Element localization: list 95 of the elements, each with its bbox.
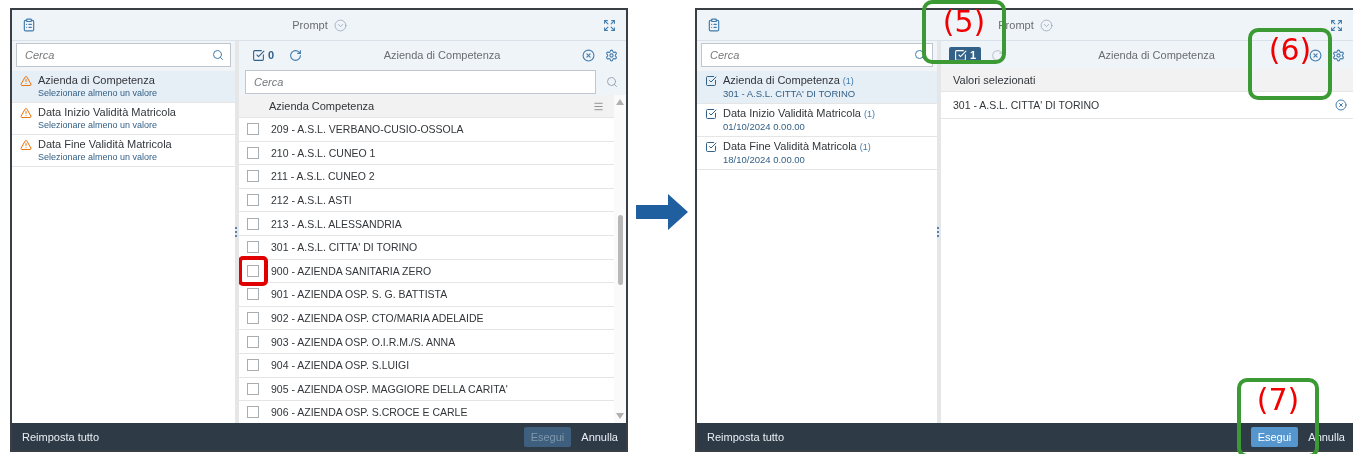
- chevron-icon[interactable]: [333, 18, 347, 32]
- checkbox[interactable]: [247, 146, 259, 159]
- list-row[interactable]: 213 - A.S.L. ALESSANDRIA: [239, 212, 614, 236]
- search-box[interactable]: Cerca: [245, 70, 596, 94]
- callout-frame: (6): [1248, 28, 1332, 100]
- checkbox[interactable]: [247, 194, 259, 207]
- prompt-value: 301 - A.S.L. CITTA' DI TORINO: [723, 88, 856, 99]
- settings-icon[interactable]: [1332, 48, 1345, 62]
- prompt-label: Data Inizio Validità Matricola: [723, 107, 861, 119]
- list-row[interactable]: 905 - AZIENDA OSP. MAGGIORE DELLA CARITA': [239, 377, 614, 402]
- warning-icon: [20, 75, 32, 87]
- row-label: 903 - AZIENDA OSP. O.I.R.M./S. ANNA: [271, 335, 456, 348]
- prompt-hint: Selezionare almeno un valore: [38, 88, 158, 98]
- row-label: 213 - A.S.L. ALESSANDRIA: [271, 217, 402, 230]
- row-label: 211 - A.S.L. CUNEO 2: [271, 170, 375, 183]
- search-icon[interactable]: [212, 49, 224, 61]
- checkbox-icon: [705, 108, 717, 120]
- row-label: 902 - AZIENDA OSP. CTO/MARIA ADELAIDE: [271, 312, 484, 325]
- selected-value: 301 - A.S.L. CITTA' DI TORINO: [953, 99, 1100, 111]
- prompt-hint: Selezionare almeno un valore: [38, 120, 159, 130]
- list-row[interactable]: 902 - AZIENDA OSP. CTO/MARIA ADELAIDE: [239, 306, 614, 331]
- search-box[interactable]: Cerca: [701, 43, 933, 67]
- checkbox[interactable]: [247, 359, 259, 372]
- selection-count-button[interactable]: 0: [247, 46, 280, 64]
- value-count: (1): [863, 109, 875, 119]
- prompt-label: Data Fine Validità Matricola: [723, 140, 857, 152]
- list-icon[interactable]: [22, 18, 36, 32]
- checkbox[interactable]: [247, 288, 259, 301]
- list-icon[interactable]: [707, 18, 721, 32]
- menu-icon[interactable]: [593, 100, 604, 112]
- checkbox[interactable]: [247, 406, 259, 419]
- arrow-icon: [633, 192, 690, 232]
- row-label: 209 - A.S.L. VERBANO-CUSIO-OSSOLA: [271, 123, 464, 136]
- row-label: 900 - AZIENDA SANITARIA ZERO: [271, 264, 432, 277]
- value-count: (1): [859, 142, 871, 152]
- prompt-item[interactable]: Azienda di Competenza Selezionare almeno un valore: [12, 71, 235, 103]
- list-row[interactable]: 212 - A.S.L. ASTI: [239, 188, 614, 213]
- checkbox-icon: [705, 141, 717, 153]
- row-label: 901 - AZIENDA OSP. S. G. BATTISTA: [271, 288, 448, 301]
- checkbox[interactable]: [247, 335, 259, 348]
- expand-icon[interactable]: [603, 18, 616, 32]
- checkbox-icon: [252, 48, 265, 62]
- panel-title: Azienda di Competenza: [1097, 49, 1216, 61]
- list-row[interactable]: 211 - A.S.L. CUNEO 2: [239, 165, 614, 189]
- row-label: 904 - AZIENDA OSP. S.LUIGI: [271, 359, 410, 372]
- reset-all-button[interactable]: Reimposta tutto: [22, 430, 100, 443]
- prompt-item[interactable]: Azienda di Competenza (1) 301 - A.S.L. CITTA' DI TORINO: [697, 71, 937, 104]
- checkbox[interactable]: [247, 241, 259, 254]
- list-row[interactable]: 904 - AZIENDA OSP. S.LUIGI: [239, 353, 614, 378]
- settings-icon[interactable]: [605, 48, 618, 62]
- cancel-button[interactable]: Annulla: [1308, 430, 1345, 443]
- checkbox[interactable]: [247, 312, 259, 325]
- row-label: 905 - AZIENDA OSP. MAGGIORE DELLA CARITA': [271, 382, 508, 395]
- checkbox-icon: [705, 75, 717, 87]
- search-box[interactable]: Cerca: [16, 43, 231, 67]
- prompt-label: Data Fine Validità Matricola: [38, 138, 172, 150]
- row-label: 210 - A.S.L. CUNEO 1: [271, 146, 376, 159]
- expand-icon[interactable]: [1330, 18, 1343, 32]
- row-label: 906 - AZIENDA OSP. S.CROCE E CARLE: [271, 406, 468, 419]
- panel-title: Azienda di Competenza: [382, 49, 502, 61]
- reset-all-button[interactable]: Reimposta tutto: [707, 430, 785, 443]
- chevron-icon[interactable]: [1039, 18, 1053, 32]
- remove-icon[interactable]: [1335, 99, 1347, 111]
- clear-icon[interactable]: [1309, 48, 1322, 62]
- checkbox[interactable]: [247, 217, 259, 230]
- search-icon[interactable]: [606, 76, 618, 88]
- row-label: 301 - A.S.L. CITTA' DI TORINO: [271, 241, 418, 254]
- prompt-value: 18/10/2024 0.00.00: [723, 154, 806, 165]
- scroll-bar[interactable]: [614, 95, 626, 423]
- checkbox[interactable]: [247, 123, 259, 136]
- prompt-label: Azienda di Competenza: [723, 74, 840, 86]
- dialog-title: Prompt: [292, 19, 328, 31]
- clear-icon[interactable]: [582, 48, 595, 62]
- list-row[interactable]: 209 - A.S.L. VERBANO-CUSIO-OSSOLA: [239, 118, 614, 142]
- cancel-button[interactable]: Annulla: [581, 430, 618, 443]
- warning-icon: [20, 139, 32, 151]
- prompt-hint: Selezionare almeno un valore: [38, 152, 159, 162]
- checkbox-icon: [954, 48, 967, 62]
- prompt-label: Data Inizio Validità Matricola: [38, 106, 176, 118]
- warning-icon: [20, 107, 32, 119]
- list-row[interactable]: 301 - A.S.L. CITTA' DI TORINO: [239, 235, 614, 260]
- list-row[interactable]: 900 - AZIENDA SANITARIA ZERO: [239, 259, 614, 284]
- checkbox[interactable]: [247, 170, 259, 183]
- list-row[interactable]: 901 - AZIENDA OSP. S. G. BATTISTA: [239, 283, 614, 307]
- prompt-value: 01/10/2024 0.00.00: [723, 121, 806, 132]
- selected-header: Valori selezionati: [941, 69, 1353, 92]
- list-row[interactable]: 903 - AZIENDA OSP. O.I.R.M./S. ANNA: [239, 330, 614, 354]
- column-title: Azienda Competenza: [269, 100, 375, 112]
- refresh-icon[interactable]: [289, 48, 303, 62]
- prompt-label: Azienda di Competenza: [38, 74, 155, 86]
- row-label: 212 - A.S.L. ASTI: [271, 194, 352, 207]
- checkbox[interactable]: [247, 264, 259, 277]
- value-count: (1): [842, 76, 854, 86]
- checkbox[interactable]: [247, 382, 259, 395]
- list-row[interactable]: 210 - A.S.L. CUNEO 1: [239, 141, 614, 166]
